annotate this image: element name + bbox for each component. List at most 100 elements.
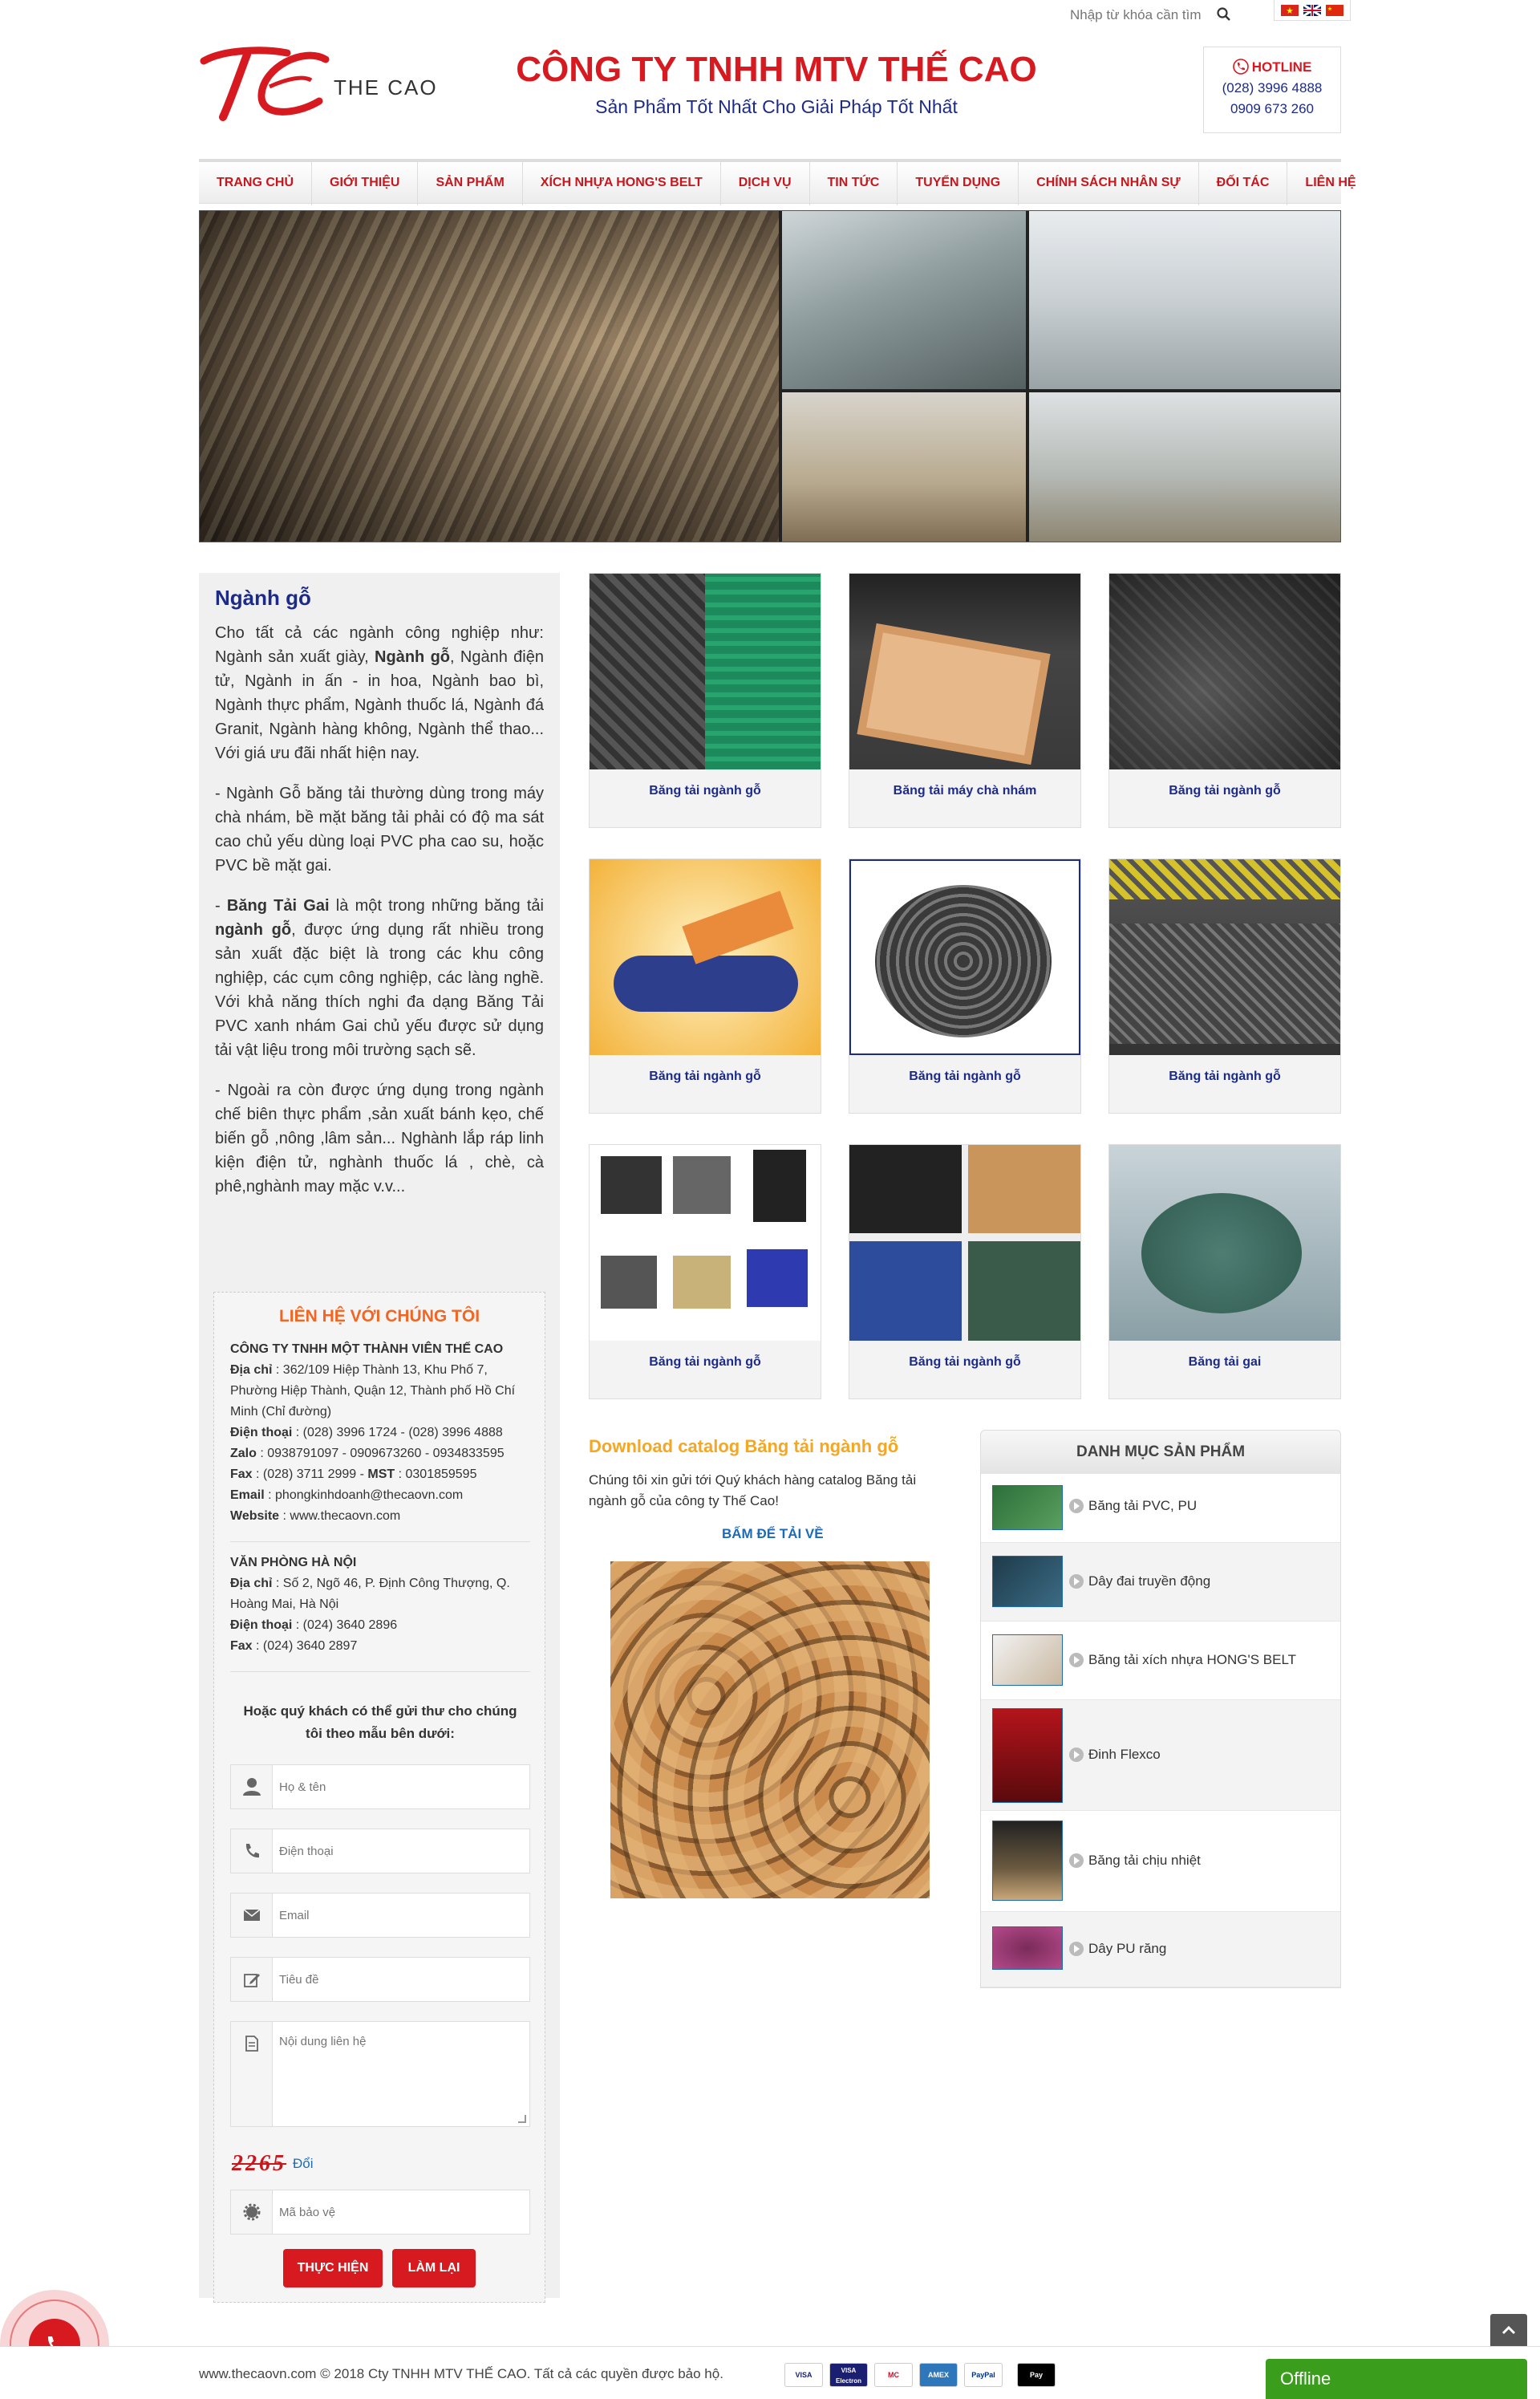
product-card[interactable]: Băng tải máy chà nhám <box>849 573 1081 828</box>
contact-title: LIÊN HỆ VỚI CHÚNG TÔI <box>278 1307 480 1325</box>
contact-website[interactable]: Website : www.thecaovn.com <box>230 1506 535 1527</box>
value: : (028) 3996 1724 - (028) 3996 4888 <box>292 1426 503 1439</box>
product-image[interactable] <box>590 574 821 769</box>
product-label[interactable]: Băng tải gai <box>1109 1355 1340 1370</box>
category-label[interactable]: Đinh Flexco <box>1088 1747 1161 1763</box>
catalog-download-link[interactable]: BẤM ĐỂ TẢI VỀ <box>722 1526 824 1542</box>
reset-button[interactable]: LÀM LẠI <box>392 2249 476 2287</box>
product-card[interactable]: Băng tải ngành gỗ <box>849 1144 1081 1399</box>
product-label[interactable]: Băng tải máy chà nhám <box>849 784 1080 798</box>
contact-email[interactable]: Email : phongkinhdoanh@thecaovn.com <box>230 1485 535 1506</box>
category-link[interactable]: Dây đai truyền động <box>1069 1573 1210 1589</box>
product-image[interactable] <box>849 574 1080 769</box>
category-thumbnail[interactable] <box>992 1926 1063 1970</box>
category-label[interactable]: Băng tải xích nhựa HONG'S BELT <box>1088 1652 1296 1668</box>
section-body: Cho tất cả các ngành công nghiệp như: Ng… <box>215 621 544 1215</box>
phone-input[interactable] <box>279 1829 520 1873</box>
product-card[interactable]: Băng tải ngành gỗ <box>589 573 821 828</box>
product-image[interactable] <box>590 1145 821 1341</box>
hotline-number-1[interactable]: (028) 3996 4888 <box>1204 80 1340 96</box>
search-icon[interactable] <box>1216 6 1232 22</box>
category-item[interactable]: Băng tải chịu nhiệt <box>981 1811 1340 1912</box>
captcha-input[interactable] <box>279 2190 520 2234</box>
category-thumbnail[interactable] <box>992 1485 1063 1530</box>
arrow-right-icon <box>1069 1574 1084 1589</box>
paragraph-2: - Ngành Gỗ băng tải thường dùng trong má… <box>215 785 544 875</box>
uk-flag-icon[interactable] <box>1303 3 1322 17</box>
banner-slideshow[interactable] <box>199 210 1341 542</box>
phone-field <box>230 1829 530 1873</box>
submit-button[interactable]: THỰC HIỆN <box>283 2249 383 2287</box>
nav-item-tuyen-dung[interactable]: TUYỂN DỤNG <box>898 160 1019 205</box>
message-textarea[interactable] <box>279 2022 520 2123</box>
china-flag-icon[interactable] <box>1326 4 1343 16</box>
category-item[interactable]: Dây đai truyền động <box>981 1543 1340 1622</box>
logo[interactable]: THE CAO <box>199 43 464 124</box>
category-thumbnail[interactable] <box>992 1821 1063 1901</box>
category-link[interactable]: Băng tải chịu nhiệt <box>1069 1853 1201 1869</box>
nav-item-gioi-thieu[interactable]: GIỚI THIỆU <box>312 160 419 205</box>
category-item[interactable]: Băng tải xích nhựa HONG'S BELT <box>981 1622 1340 1700</box>
slogan: Sản Phẩm Tốt Nhất Cho Giải Pháp Tốt Nhất <box>595 96 958 117</box>
nav-item-tin-tuc[interactable]: TIN TỨC <box>810 160 898 205</box>
product-card[interactable]: Băng tải ngành gỗ <box>849 859 1081 1114</box>
category-label[interactable]: Băng tải chịu nhiệt <box>1088 1853 1201 1869</box>
category-item[interactable]: Đinh Flexco <box>981 1700 1340 1811</box>
category-item[interactable]: Dây PU răng <box>981 1912 1340 1987</box>
logo-text: THE CAO <box>334 75 438 99</box>
product-label[interactable]: Băng tải ngành gỗ <box>1109 784 1340 798</box>
nav-item-xich-nhua[interactable]: XÍCH NHỰA HONG'S BELT <box>523 160 721 205</box>
product-card[interactable]: Băng tải ngành gỗ <box>1108 859 1341 1114</box>
product-card[interactable]: Băng tải ngành gỗ <box>589 1144 821 1399</box>
product-image[interactable] <box>849 1145 1080 1341</box>
category-item[interactable]: Băng tải PVC, PU <box>981 1474 1340 1543</box>
category-link[interactable]: Băng tải xích nhựa HONG'S BELT <box>1069 1652 1296 1668</box>
chevron-up-icon <box>1502 2325 1516 2335</box>
product-card[interactable]: Băng tải ngành gỗ <box>589 859 821 1114</box>
nav-item-trang-chu[interactable]: TRANG CHỦ <box>199 160 312 205</box>
product-card[interactable]: Băng tải ngành gỗ <box>1108 573 1341 828</box>
search-input[interactable] <box>1065 5 1290 26</box>
captcha-refresh-link[interactable]: Đổi <box>293 2156 314 2172</box>
category-link[interactable]: Dây PU răng <box>1069 1941 1166 1957</box>
product-image[interactable] <box>1109 859 1340 1055</box>
product-image[interactable] <box>590 859 821 1055</box>
category-link[interactable]: Đinh Flexco <box>1069 1747 1161 1763</box>
nav-item-doi-tac[interactable]: ĐỐI TÁC <box>1199 160 1288 205</box>
category-label[interactable]: Dây PU răng <box>1088 1941 1166 1957</box>
category-label[interactable]: Dây đai truyền động <box>1088 1573 1210 1589</box>
category-thumbnail[interactable] <box>992 1708 1063 1803</box>
value[interactable]: : phongkinhdoanh@thecaovn.com <box>265 1488 463 1502</box>
product-label[interactable]: Băng tải ngành gỗ <box>1109 1070 1340 1084</box>
label: Địa chỉ <box>230 1577 273 1590</box>
mastercard-icon: MC <box>874 2363 913 2387</box>
category-thumbnail[interactable] <box>992 1634 1063 1686</box>
nav-item-san-pham[interactable]: SẢN PHẨM <box>418 160 523 205</box>
scroll-to-top-button[interactable] <box>1490 2314 1527 2348</box>
nav-item-chinh-sach[interactable]: CHÍNH SÁCH NHÂN SỰ <box>1019 160 1199 205</box>
product-label[interactable]: Băng tải ngành gỗ <box>590 1070 821 1084</box>
live-chat-offline-tab[interactable]: Offline <box>1266 2359 1527 2399</box>
gear-icon <box>231 2190 273 2234</box>
category-label[interactable]: Băng tải PVC, PU <box>1088 1498 1197 1514</box>
resize-handle[interactable] <box>518 2115 526 2123</box>
nav-item-lien-he[interactable]: LIÊN HỆ <box>1287 160 1373 205</box>
product-image[interactable] <box>1109 1145 1340 1341</box>
email-input[interactable] <box>279 1894 520 1937</box>
catalog-image[interactable] <box>610 1561 930 1898</box>
product-image[interactable] <box>849 859 1080 1055</box>
nav-item-dich-vu[interactable]: DỊCH VỤ <box>721 160 810 205</box>
vietnam-flag-icon[interactable] <box>1281 4 1299 16</box>
hotline-number-2[interactable]: 0909 673 260 <box>1204 101 1340 117</box>
product-label[interactable]: Băng tải ngành gỗ <box>590 784 821 798</box>
name-input[interactable] <box>279 1765 520 1808</box>
product-label[interactable]: Băng tải ngành gỗ <box>849 1355 1080 1370</box>
product-label[interactable]: Băng tải ngành gỗ <box>590 1355 821 1370</box>
product-card[interactable]: Băng tải gai <box>1108 1144 1341 1399</box>
product-image[interactable] <box>1109 574 1340 769</box>
subject-input[interactable] <box>279 1958 520 2001</box>
category-link[interactable]: Băng tải PVC, PU <box>1069 1498 1197 1514</box>
product-label[interactable]: Băng tải ngành gỗ <box>849 1070 1080 1084</box>
value[interactable]: : www.thecaovn.com <box>279 1509 401 1523</box>
category-thumbnail[interactable] <box>992 1556 1063 1607</box>
